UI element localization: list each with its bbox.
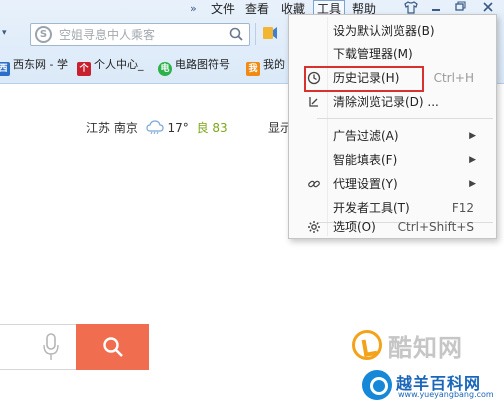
menu-item-options[interactable]: 选项(O) Ctrl+Shift+S	[289, 216, 496, 238]
menu-item-download-manager[interactable]: 下载管理器(M)	[289, 43, 496, 65]
circuit-icon: 电	[158, 62, 172, 76]
clear-history-icon	[309, 97, 318, 107]
history-highlight-annotation	[304, 66, 424, 92]
extension-icon[interactable]	[262, 24, 278, 42]
weather-temperature: 17°	[167, 121, 189, 135]
gear-icon	[308, 221, 320, 233]
submenu-arrow-icon: ▶	[469, 155, 476, 165]
xd-icon: 西	[0, 62, 10, 76]
menu-file[interactable]: 文件	[211, 1, 235, 18]
menu-item-proxy-settings[interactable]: 代理设置(Y) ▶	[289, 173, 496, 195]
air-quality-badge: 良 83	[196, 121, 228, 135]
tools-dropdown-menu: 设为默认浏览器(B) 下载管理器(M) 历史记录(H) Ctrl+H 清除浏览记…	[288, 14, 497, 239]
menu-item-set-default-browser[interactable]: 设为默认浏览器(B)	[289, 20, 496, 42]
search-box[interactable]: S	[30, 23, 250, 46]
search-engine-logo-icon[interactable]: S	[35, 26, 52, 43]
main-search-input[interactable]	[0, 324, 76, 370]
menu-view[interactable]: 查看	[245, 1, 269, 18]
dropdown-arrow-icon[interactable]: ▾	[2, 28, 7, 38]
link-icon	[308, 180, 320, 188]
toolbar-divider	[255, 23, 256, 45]
search-icon[interactable]	[229, 27, 243, 41]
cloud-icon	[146, 120, 164, 134]
weather-widget[interactable]: 江苏 南京 17° 良 83	[86, 118, 232, 138]
favorite-link[interactable]: 我我的	[246, 56, 285, 76]
menu-item-clear-history[interactable]: 清除浏览记录(D) ...	[289, 91, 496, 113]
weather-location: 江苏 南京	[86, 121, 138, 135]
submenu-arrow-icon: ▶	[469, 179, 476, 189]
watermark-secondary: 越羊百科网 www.yueyangbang.com	[360, 368, 504, 402]
submenu-arrow-icon: ▶	[469, 131, 476, 141]
favorite-link[interactable]: 电电路图符号	[158, 56, 230, 76]
microphone-icon[interactable]	[40, 330, 62, 364]
person-center-icon: 个	[77, 62, 91, 76]
search-input[interactable]	[59, 26, 225, 43]
main-search-button[interactable]	[76, 324, 149, 370]
watermark-primary: 酷知网	[352, 327, 463, 363]
more-toolbar-chevron[interactable]: »	[190, 0, 197, 18]
search-icon	[102, 337, 123, 357]
my-icon: 我	[246, 62, 260, 76]
menu-item-smart-fill[interactable]: 智能填表(F) ▶	[289, 149, 496, 171]
watermark-secondary-logo-icon	[362, 370, 392, 400]
favorite-link[interactable]: 西西东网 - 学	[0, 56, 68, 76]
watermark-logo-icon	[352, 330, 382, 360]
menu-divider	[317, 118, 493, 119]
menu-item-ad-filter[interactable]: 广告过滤(A) ▶	[289, 125, 496, 147]
favorite-link[interactable]: 个个人中心_	[77, 56, 144, 76]
